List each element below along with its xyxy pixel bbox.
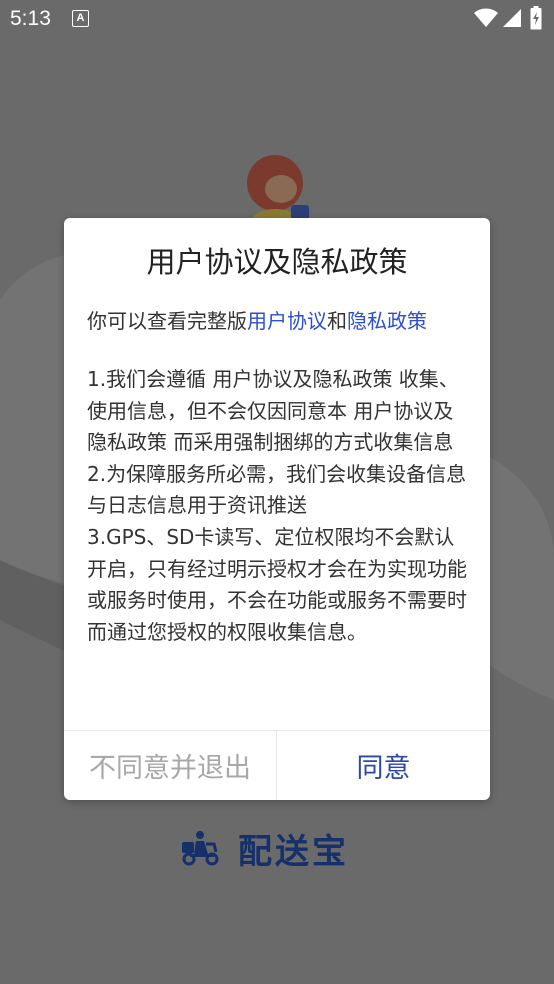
intro-and: 和 — [327, 309, 347, 333]
battery-charging-icon — [530, 6, 542, 30]
policy-paragraph-3: 3.GPS、SD卡读写、定位权限均不会默认开启，只有经过明示授权才会在为实现功能… — [87, 524, 467, 644]
privacy-dialog: 用户协议及隐私政策 你可以查看完整版用户协议和隐私政策 1.我们会遵循 用户协议… — [64, 218, 490, 800]
status-time: 5:13 — [10, 7, 51, 30]
agree-button[interactable]: 同意 — [277, 731, 490, 800]
scooter-courier-icon — [182, 831, 219, 866]
signal-icon — [503, 9, 521, 27]
privacy-policy-link[interactable]: 隐私政策 — [347, 309, 427, 333]
app-logo-text: 配送宝 — [238, 831, 349, 872]
dialog-body: 1.我们会遵循 用户协议及隐私政策 收集、使用信息，但不会仅因同意本 用户协议及… — [87, 364, 471, 648]
decline-exit-button[interactable]: 不同意并退出 — [64, 731, 276, 800]
app-logo: 配送宝 — [180, 826, 349, 872]
a-notification-icon: A — [72, 10, 89, 27]
policy-paragraph-2: 2.为保障服务所必需，我们会收集设备信息与日志信息用于资讯推送 — [87, 461, 467, 518]
courier-illustration — [247, 155, 309, 221]
wifi-icon — [474, 8, 498, 27]
status-bar: 5:13 A — [0, 0, 554, 38]
intro-prefix: 你可以查看完整版 — [87, 309, 247, 333]
policy-paragraph-1: 1.我们会遵循 用户协议及隐私政策 收集、使用信息，但不会仅因同意本 用户协议及… — [87, 367, 459, 455]
dialog-title: 用户协议及隐私政策 — [146, 245, 408, 279]
dialog-intro: 你可以查看完整版用户协议和隐私政策 — [87, 307, 477, 335]
user-agreement-link[interactable]: 用户协议 — [247, 309, 327, 333]
